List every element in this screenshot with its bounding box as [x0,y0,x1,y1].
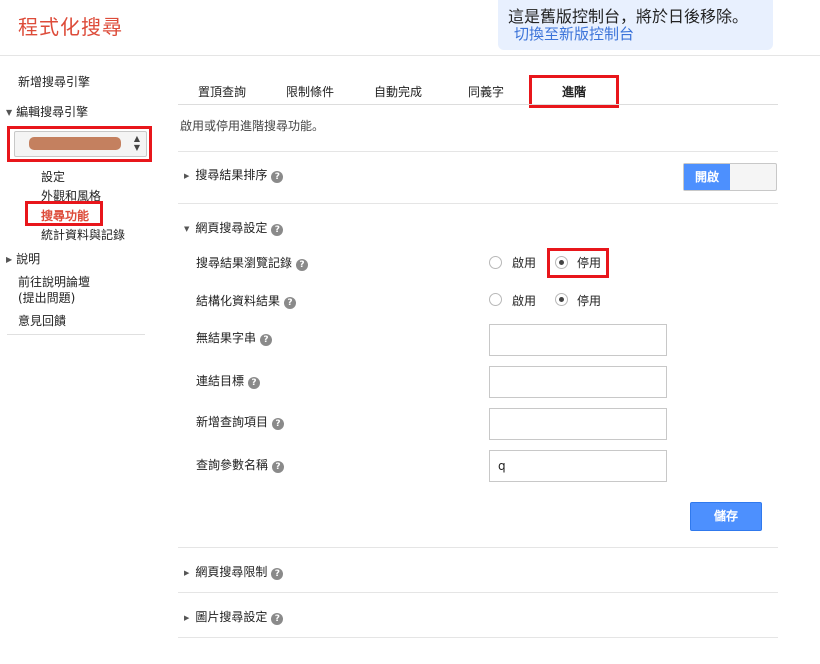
link-target-input[interactable] [489,366,667,398]
collapsed-caret-icon: ▶ [184,614,190,622]
page-description: 啟用或停用進階搜尋功能。 [180,119,325,133]
sidebar-forum-link[interactable]: 前往說明論壇 [18,273,90,290]
redacted-engine-name [29,137,121,150]
query-param-label: 查詢參數名稱? [196,456,285,473]
tabs-divider [178,104,778,105]
ranking-toggle-on-label: 開啟 [684,164,730,190]
sidebar-edit-engine[interactable]: ▼ 編輯搜尋引擎 [6,103,88,120]
help-icon[interactable]: ? [271,613,284,625]
structured-data-enable-label[interactable]: 啟用 [512,292,536,309]
link-target-label-text: 連結目標 [196,374,245,388]
tab-restrictions[interactable]: 限制條件 [286,83,334,100]
add-query-input[interactable] [489,408,667,440]
browsing-history-enable-radio[interactable] [489,256,502,269]
link-target-label: 連結目標? [196,372,261,389]
app-title: 程式化搜尋 [18,15,123,39]
sidebar-divider [7,334,145,335]
section-image-search-header[interactable]: ▶ 圖片搜尋設定? [184,608,284,625]
structured-data-disable-label[interactable]: 停用 [577,292,601,309]
section-web-restrictions-title: 網頁搜尋限制 [195,565,268,579]
structured-data-label: 結構化資料結果? [196,292,297,309]
sidebar-forum-subtext[interactable]: (提出問題) [18,289,75,306]
help-icon[interactable]: ? [296,259,309,271]
section-divider [178,151,778,152]
sidebar-help[interactable]: ▶ 說明 [6,250,40,267]
browsing-history-label-text: 搜尋結果瀏覽記錄 [196,256,293,270]
switch-console-link[interactable]: 切換至新版控制台 [514,23,634,44]
query-param-input[interactable] [489,450,667,482]
tab-advanced[interactable]: 進階 [562,83,586,100]
structured-data-enable-radio[interactable] [489,293,502,306]
sidebar-feedback[interactable]: 意見回饋 [18,312,66,329]
tab-autocomplete[interactable]: 自動完成 [374,83,422,100]
tab-promotions[interactable]: 置頂查詢 [198,83,246,100]
section-web-search-header[interactable]: ▼ 網頁搜尋設定? [184,219,284,236]
section-ranking-title: 搜尋結果排序 [195,168,268,182]
section-image-search-title: 圖片搜尋設定 [195,610,268,624]
engine-select[interactable]: ▲ ▼ [14,131,147,157]
structured-data-disable-radio[interactable] [555,293,568,306]
help-icon[interactable]: ? [284,297,297,309]
browsing-history-disable-radio[interactable] [555,256,568,269]
sidebar-item-settings[interactable]: 設定 [41,168,65,185]
header-divider [0,55,820,56]
section-divider [178,547,778,548]
help-icon[interactable]: ? [272,418,285,430]
section-divider [178,592,778,593]
no-results-label-text: 無結果字串 [196,331,257,345]
select-arrows-icon: ▲ ▼ [133,134,140,152]
help-icon[interactable]: ? [271,224,284,236]
no-results-input[interactable] [489,324,667,356]
add-query-label: 新增查詢項目? [196,413,285,430]
collapsed-triangle-icon: ▶ [6,255,13,264]
browsing-history-enable-label[interactable]: 啟用 [512,254,536,271]
help-icon[interactable]: ? [248,377,261,389]
section-divider [178,203,778,204]
collapsed-caret-icon: ▶ [184,569,190,577]
sidebar-edit-engine-label: 編輯搜尋引擎 [16,105,89,119]
sidebar-item-look-feel[interactable]: 外觀和風格 [41,187,101,204]
section-web-restrictions-header[interactable]: ▶ 網頁搜尋限制? [184,563,284,580]
query-param-label-text: 查詢參數名稱 [196,458,269,472]
sidebar-new-engine[interactable]: 新增搜尋引擎 [18,73,90,90]
section-web-search-title: 網頁搜尋設定 [195,221,268,235]
help-icon[interactable]: ? [271,171,284,183]
no-results-label: 無結果字串? [196,329,273,346]
expanded-caret-icon: ▼ [184,225,190,233]
add-query-label-text: 新增查詢項目 [196,415,269,429]
sidebar-item-search-features-label[interactable]: 搜尋功能 [41,207,89,224]
browsing-history-label: 搜尋結果瀏覽記錄? [196,254,309,271]
ranking-toggle[interactable]: 開啟 [683,163,777,191]
collapsed-caret-icon: ▶ [184,172,190,180]
help-icon[interactable]: ? [272,461,285,473]
help-icon[interactable]: ? [271,568,284,580]
sidebar-help-label: 說明 [16,252,41,266]
expanded-triangle-icon: ▼ [6,108,13,117]
save-button[interactable]: 儲存 [690,502,762,531]
sidebar-item-statistics[interactable]: 統計資料與記錄 [41,226,125,243]
browsing-history-disable-label[interactable]: 停用 [577,254,601,271]
section-divider [178,637,778,638]
structured-data-label-text: 結構化資料結果 [196,294,281,308]
help-icon[interactable]: ? [260,334,273,346]
section-ranking-header[interactable]: ▶ 搜尋結果排序? [184,166,284,183]
tab-synonyms[interactable]: 同義字 [468,83,504,100]
legacy-notice: 這是舊版控制台，將於日後移除。 切換至新版控制台 [498,0,773,50]
